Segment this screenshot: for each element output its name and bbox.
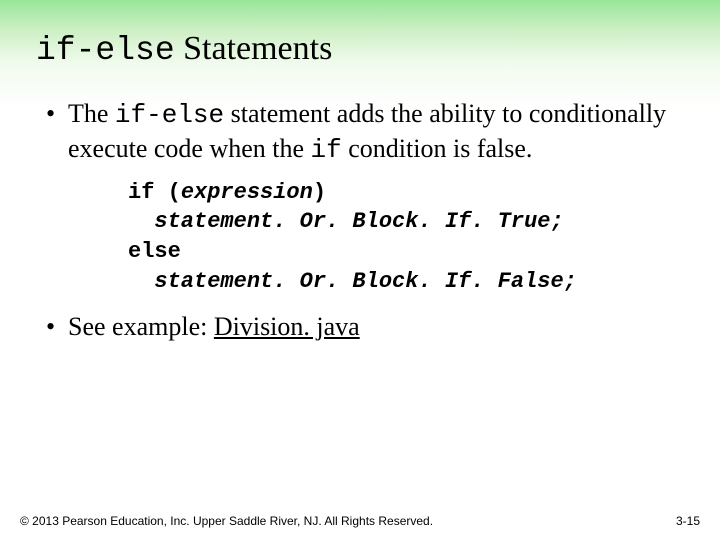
code-l1a: if ( bbox=[128, 180, 181, 205]
b1-lead: The bbox=[68, 99, 115, 128]
b2-lead: See example: bbox=[68, 312, 214, 341]
page-number: 3-15 bbox=[676, 514, 700, 528]
code-block: if (expression) statement. Or. Block. If… bbox=[128, 178, 684, 297]
code-l4: statement. Or. Block. If. False; bbox=[128, 269, 577, 294]
bullet-2: See example: Division. java bbox=[44, 310, 684, 344]
title-rest: Statements bbox=[175, 30, 333, 67]
code-l1c: ) bbox=[313, 180, 326, 205]
code-l2: statement. Or. Block. If. True; bbox=[128, 209, 564, 234]
slide: if-else Statements The if-else statement… bbox=[0, 0, 720, 540]
footer-copyright: © 2013 Pearson Education, Inc. Upper Sad… bbox=[20, 514, 700, 528]
code-l1b: expression bbox=[181, 180, 313, 205]
b1-tail: condition is false. bbox=[342, 134, 533, 163]
b1-mono2: if bbox=[311, 135, 342, 165]
bullet-1: The if-else statement adds the ability t… bbox=[44, 97, 684, 296]
example-link[interactable]: Division. java bbox=[214, 312, 360, 341]
slide-title: if-else Statements bbox=[36, 30, 684, 69]
title-mono: if-else bbox=[36, 32, 175, 69]
bullet-list: The if-else statement adds the ability t… bbox=[36, 97, 684, 345]
code-l3: else bbox=[128, 239, 181, 264]
b1-mono: if-else bbox=[115, 100, 224, 130]
